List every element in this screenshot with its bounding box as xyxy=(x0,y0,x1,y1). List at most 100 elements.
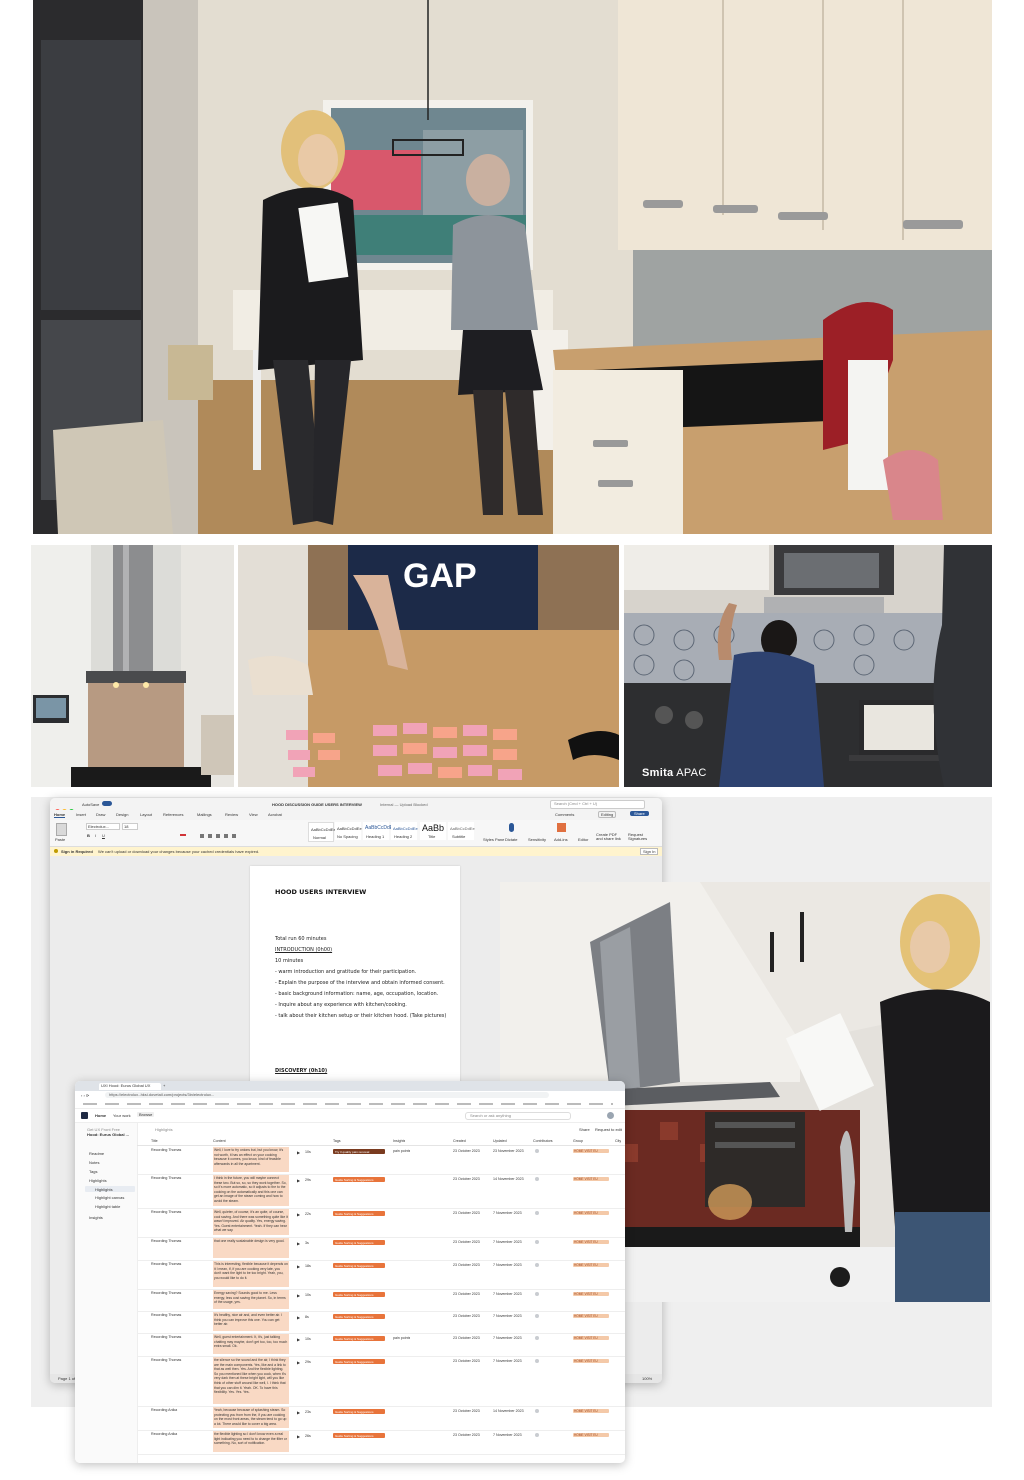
col-group[interactable]: Group xyxy=(573,1139,583,1143)
row-content[interactable]: It's healthy, nice air and, and even bet… xyxy=(214,1313,288,1331)
sensitivity-button[interactable]: Sensitivity xyxy=(528,837,546,842)
row-title[interactable]: Recording Anika xyxy=(151,1432,209,1436)
play-icon[interactable]: ▶ xyxy=(297,1293,300,1298)
table-row[interactable]: Recording Thomas Well, guest entertainmen… xyxy=(137,1333,625,1357)
row-content[interactable]: that one really sustainable design is ve… xyxy=(214,1239,288,1258)
play-icon[interactable]: ▶ xyxy=(297,1178,300,1183)
font-family-select[interactable]: Electrolux... xyxy=(86,823,120,830)
table-row[interactable]: Recording Thomas Well, I love to fry onio… xyxy=(137,1146,625,1175)
col-content[interactable]: Content xyxy=(213,1139,226,1143)
tab-insert[interactable]: Insert xyxy=(76,812,86,817)
dictate-button[interactable]: Dictate xyxy=(505,837,517,842)
sidebar-item-highlights[interactable]: Highlights xyxy=(85,1186,135,1192)
table-row[interactable]: Recording Thomas Energy saving? Sounds go… xyxy=(137,1289,625,1312)
comments-button[interactable]: Comments xyxy=(555,812,574,817)
row-content[interactable]: Energy saving? Sounds good to me. Less e… xyxy=(214,1291,288,1309)
play-icon[interactable]: ▶ xyxy=(297,1150,300,1155)
dovetail-logo-icon[interactable] xyxy=(81,1112,88,1119)
browser-tab[interactable]: UXI Hood: Eurus Global UX xyxy=(99,1083,161,1090)
table-row[interactable]: Recording Thomas Well, quieter, of course… xyxy=(137,1208,625,1238)
share-link[interactable]: Share xyxy=(579,1127,590,1132)
style-heading-2[interactable]: AaBbCcDdEe Heading 2 xyxy=(391,822,418,840)
table-row[interactable]: Recording Anika the flexible lighting so … xyxy=(137,1430,625,1455)
new-tab-button[interactable]: + xyxy=(163,1083,165,1088)
word-search-box[interactable]: Search (Cmd + Ctrl + U) xyxy=(550,800,645,809)
text-color-icon[interactable] xyxy=(180,834,186,836)
row-title[interactable]: Recording Thomas xyxy=(151,1148,209,1152)
row-content[interactable]: Well, guest entertainment. It, it's, jus… xyxy=(214,1335,288,1354)
play-icon[interactable]: ▶ xyxy=(297,1360,300,1365)
align-icons[interactable] xyxy=(200,834,240,838)
request-signatures-button[interactable]: Request Signatures xyxy=(628,833,652,841)
add-ins-icon[interactable] xyxy=(557,823,566,832)
tab-draw[interactable]: Draw xyxy=(96,812,105,817)
sidebar-item-tags[interactable]: Tags xyxy=(89,1169,97,1174)
table-row[interactable]: Recording Anika Yeah, because because of … xyxy=(137,1406,625,1431)
url-field[interactable]: https://electrolux.-hksi.dovetail.com/pr… xyxy=(105,1092,549,1098)
row-title[interactable]: Recording Thomas xyxy=(151,1291,209,1295)
bookmark-items[interactable] xyxy=(83,1103,613,1105)
sidebar-item-notes[interactable]: Notes xyxy=(89,1160,99,1165)
nav-home[interactable]: Home xyxy=(95,1113,106,1118)
col-city[interactable]: City xyxy=(615,1139,621,1143)
nav-browse[interactable]: Browse xyxy=(137,1112,155,1117)
col-title[interactable]: Title xyxy=(151,1139,158,1143)
editor-button[interactable]: Editor xyxy=(578,837,588,842)
breadcrumb[interactable]: Highlights xyxy=(155,1127,173,1132)
row-content[interactable]: the silence so the sound and the air, I … xyxy=(214,1358,288,1404)
col-updated[interactable]: Updated xyxy=(493,1139,507,1143)
play-icon[interactable]: ▶ xyxy=(297,1434,300,1439)
tab-mailings[interactable]: Mailings xyxy=(197,812,212,817)
bold-button[interactable]: B xyxy=(87,833,90,838)
style-title[interactable]: AaBb Title xyxy=(420,822,446,840)
paste-icon[interactable] xyxy=(56,823,67,836)
styles-pane-button[interactable]: Styles Pane xyxy=(483,837,504,842)
request-edit-link[interactable]: Request to edit xyxy=(595,1127,622,1132)
table-row[interactable]: Recording Thomas that one really sustaina… xyxy=(137,1237,625,1261)
col-contributors[interactable]: Contributors xyxy=(533,1139,553,1143)
zoom-level[interactable]: 100% xyxy=(642,1376,652,1381)
share-button[interactable]: Share xyxy=(630,811,649,816)
nav-your-work[interactable]: Your work xyxy=(113,1113,131,1118)
sidebar-item-highlight-table[interactable]: Highlight table xyxy=(95,1204,120,1209)
tab-layout[interactable]: Layout xyxy=(140,812,152,817)
create-pdf-button[interactable]: Create PDF and share link xyxy=(596,833,624,841)
row-content[interactable]: Well, I love to fry onions but, but you … xyxy=(214,1148,288,1172)
row-content[interactable]: the flexible lighting so I don't know ev… xyxy=(214,1432,288,1452)
tab-view[interactable]: View xyxy=(249,812,258,817)
play-icon[interactable]: ▶ xyxy=(297,1410,300,1415)
col-insights[interactable]: Insights xyxy=(393,1139,405,1143)
back-icon[interactable]: ‹ › ⟳ xyxy=(81,1093,89,1098)
col-created[interactable]: Created xyxy=(453,1139,466,1143)
tab-design[interactable]: Design xyxy=(116,812,128,817)
sidebar-item-highlight-canvas[interactable]: Highlight canvas xyxy=(95,1195,124,1200)
row-content[interactable]: Well, quieter, of course, it's an quite,… xyxy=(214,1210,288,1235)
table-row[interactable]: Recording Thomas It's healthy, nice air a… xyxy=(137,1311,625,1334)
play-icon[interactable]: ▶ xyxy=(297,1241,300,1246)
table-row[interactable]: Recording Thomas the silence so the sound… xyxy=(137,1356,625,1407)
style-no-spacing[interactable]: AaBbCcDdEe No Spacing xyxy=(335,822,362,840)
table-row[interactable]: Recording Thomas I think in the future, y… xyxy=(137,1174,625,1209)
tab-references[interactable]: References xyxy=(163,812,183,817)
table-row[interactable]: Recording Thomas This is interesting, fle… xyxy=(137,1260,625,1290)
row-content[interactable]: This is interesting, flexible because it… xyxy=(214,1262,288,1287)
sidebar-item-highlights-group[interactable]: Highlights xyxy=(89,1178,107,1183)
row-title[interactable]: Recording Thomas xyxy=(151,1210,209,1214)
sidebar-item-readme[interactable]: Readme xyxy=(89,1151,104,1156)
tab-acrobat[interactable]: Acrobat xyxy=(268,812,282,817)
play-icon[interactable]: ▶ xyxy=(297,1337,300,1342)
font-size-select[interactable]: 18 xyxy=(122,823,138,830)
col-tags[interactable]: Tags xyxy=(333,1139,341,1143)
play-icon[interactable]: ▶ xyxy=(297,1315,300,1320)
style-subtitle[interactable]: AaBbCcDdEe Subtitle xyxy=(448,822,475,840)
autosave-toggle[interactable] xyxy=(102,801,112,806)
italic-button[interactable]: I xyxy=(95,833,96,838)
underline-button[interactable]: U xyxy=(102,833,105,838)
app-search-box[interactable]: Search or ask anything xyxy=(465,1112,571,1120)
row-title[interactable]: Recording Thomas xyxy=(151,1313,209,1317)
editing-button[interactable]: Editing xyxy=(598,811,617,818)
row-title[interactable]: Recording Thomas xyxy=(151,1358,209,1362)
row-content[interactable]: Yeah, because because of splashing steam… xyxy=(214,1408,288,1428)
microphone-icon[interactable] xyxy=(509,823,514,832)
row-title[interactable]: Recording Thomas xyxy=(151,1335,209,1339)
